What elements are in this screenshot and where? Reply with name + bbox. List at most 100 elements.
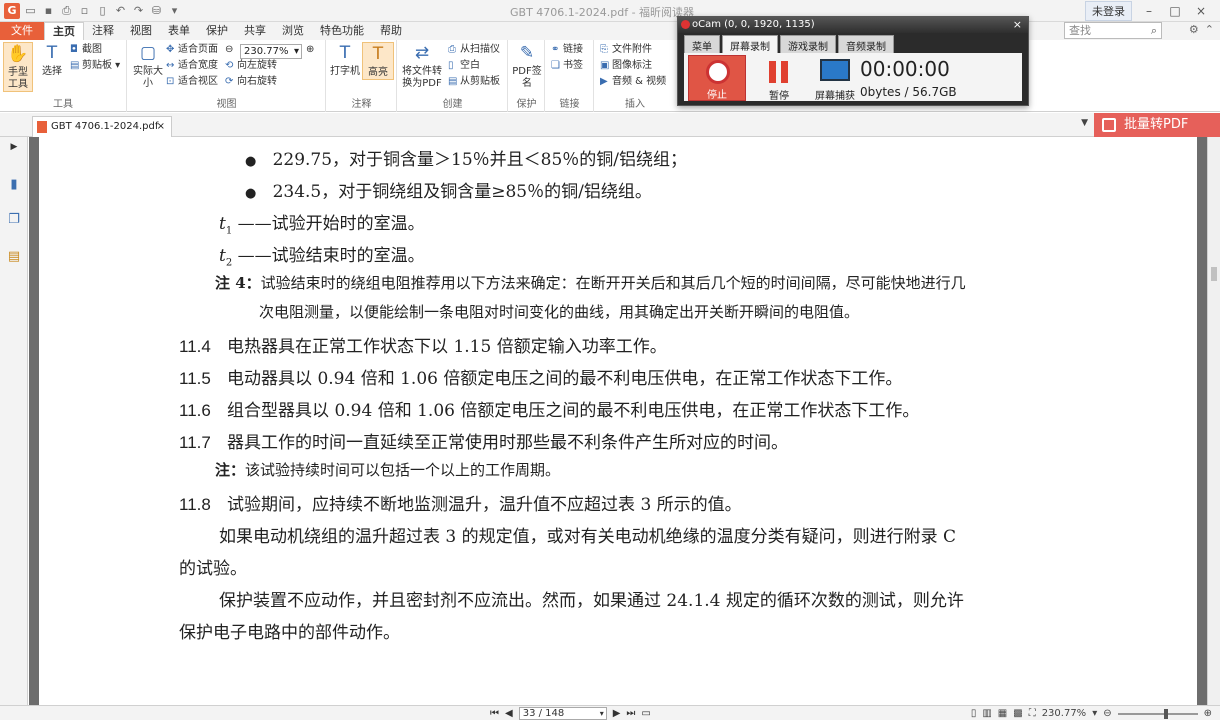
continuous-facing-view-icon[interactable]: ▩ bbox=[1013, 708, 1022, 719]
ocam-pause-button[interactable]: 暂停 bbox=[754, 55, 804, 102]
search-placeholder: 查找 bbox=[1069, 24, 1091, 37]
new-pdf-icon[interactable]: ▫ bbox=[77, 4, 92, 18]
document-tab[interactable]: GBT 4706.1-2024.pdf × bbox=[32, 116, 172, 137]
display-mode-icon[interactable]: ▭ bbox=[641, 708, 650, 719]
customize-dropdown-icon[interactable]: ▾ bbox=[167, 4, 182, 18]
first-page-icon[interactable]: ⏮ bbox=[490, 708, 499, 719]
rotate-right-button[interactable]: ⟳ 向右旋转 bbox=[225, 75, 277, 89]
fullscreen-icon[interactable]: ⛶ bbox=[1029, 708, 1036, 719]
ocam-stop-button[interactable]: 停止 bbox=[688, 55, 746, 101]
bullet-item-1: ● 229.75，对于铜含量＞15％并且＜85％的铜/铝绕组； bbox=[245, 150, 688, 170]
tab-browse[interactable]: 浏览 bbox=[274, 22, 312, 40]
tab-share[interactable]: 共享 bbox=[236, 22, 274, 40]
link-button[interactable]: ⚭ 链接 bbox=[551, 43, 583, 57]
stamp-icon[interactable]: ⛁ bbox=[149, 4, 164, 18]
highlight-button[interactable]: T 高亮 bbox=[362, 42, 394, 80]
tab-list-dropdown-icon[interactable]: ▼ bbox=[1081, 118, 1088, 128]
clause-11-4: 11.4 电热器具在正常工作状态下以 1.15 倍额定输入功率工作。 bbox=[179, 337, 667, 357]
print-icon[interactable]: ⎙ bbox=[59, 4, 74, 18]
login-button[interactable]: 未登录 bbox=[1085, 1, 1132, 21]
bulk-convert-pdf-button[interactable]: 批量转PDF bbox=[1094, 113, 1220, 137]
close-tab-icon[interactable]: × bbox=[157, 117, 165, 137]
pages-thumbnail-icon[interactable]: ❐ bbox=[6, 212, 22, 228]
comments-icon[interactable]: ▤ bbox=[6, 249, 22, 265]
file-attachment-button[interactable]: ⎘ 文件附件 bbox=[600, 43, 652, 57]
rotate-left-icon: ⟲ bbox=[225, 60, 234, 71]
zoom-select[interactable]: 230.77% ▾ bbox=[240, 44, 302, 59]
fit-page-button[interactable]: ✥ 适合页面 bbox=[166, 43, 218, 57]
page-number-input[interactable]: 33 / 148 ▾ bbox=[518, 707, 607, 720]
fit-view-button[interactable]: ⊡ 适合视区 bbox=[166, 75, 218, 89]
ocam-titlebar: oCam (0, 0, 1920, 1135) × bbox=[678, 17, 1028, 33]
screenshot-button[interactable]: ◘ 截图 bbox=[70, 43, 102, 57]
last-page-icon[interactable]: ⏭ bbox=[626, 708, 635, 719]
continuous-view-icon[interactable]: ▥ bbox=[982, 708, 991, 719]
close-icon[interactable]: × bbox=[1192, 4, 1210, 18]
ocam-capture-button[interactable]: 屏幕捕获 bbox=[808, 55, 862, 102]
tab-comment[interactable]: 注释 bbox=[84, 22, 122, 40]
hand-icon: ✋ bbox=[7, 44, 29, 64]
pdf-sign-button[interactable]: ✎ PDF签名 bbox=[511, 42, 543, 90]
rotate-left-button[interactable]: ⟲ 向左旋转 bbox=[225, 59, 277, 73]
previous-page-icon[interactable]: ◀ bbox=[505, 708, 513, 719]
bookmarks-icon[interactable]: ▮ bbox=[6, 177, 22, 193]
zoom-dropdown-icon[interactable]: ▾ bbox=[1092, 708, 1097, 719]
audio-video-button[interactable]: ▶ 音频 & 视频 bbox=[600, 75, 666, 89]
paste-icon: ▤ bbox=[448, 76, 458, 87]
tab-home[interactable]: 主页 bbox=[44, 22, 84, 40]
clipboard-button[interactable]: ▤ 剪贴板 ▾ bbox=[70, 59, 120, 73]
collapse-ribbon-icon[interactable]: ⌃ bbox=[1205, 23, 1214, 36]
search-icon[interactable]: ⌕ bbox=[1151, 23, 1157, 38]
vertical-scrollbar[interactable] bbox=[1207, 137, 1220, 705]
tab-protect[interactable]: 保护 bbox=[198, 22, 236, 40]
ocam-close-icon[interactable]: × bbox=[1013, 17, 1022, 33]
facing-view-icon[interactable]: ▦ bbox=[998, 708, 1007, 719]
convert-to-pdf-button[interactable]: ⇄ 将文件转换为PDF bbox=[400, 42, 444, 90]
highlight-icon: T bbox=[372, 44, 384, 64]
media-icon: ▶ bbox=[600, 76, 608, 87]
hand-tool-button[interactable]: ✋ 手型工具 bbox=[3, 42, 33, 92]
maximize-icon[interactable]: □ bbox=[1166, 4, 1184, 18]
image-annotation-button[interactable]: ▣ 图像标注 bbox=[600, 59, 652, 73]
typewriter-button[interactable]: T 打字机 bbox=[329, 42, 361, 78]
zoom-out-icon[interactable]: ⊖ bbox=[225, 43, 233, 57]
tab-form[interactable]: 表单 bbox=[160, 22, 198, 40]
zoom-out-icon[interactable]: ⊖ bbox=[1103, 708, 1111, 719]
foxit-logo-icon[interactable]: G bbox=[4, 2, 20, 19]
menu-file[interactable]: 文件 bbox=[0, 22, 44, 40]
bookmark-icon: ❏ bbox=[551, 60, 560, 71]
minimize-icon[interactable]: – bbox=[1140, 4, 1158, 18]
document-viewport: ● 229.75，对于铜含量＞15％并且＜85％的铜/铝绕组； ● 234.5，… bbox=[29, 137, 1207, 705]
single-page-view-icon[interactable]: ▯ bbox=[971, 708, 977, 719]
open-icon[interactable]: ▭ bbox=[23, 4, 38, 18]
next-page-icon[interactable]: ▶ bbox=[613, 708, 621, 719]
zoom-slider-knob[interactable] bbox=[1163, 708, 1168, 719]
blank-page-icon[interactable]: ▯ bbox=[95, 4, 110, 18]
bookmark-button[interactable]: ❏ 书签 bbox=[551, 59, 583, 73]
ocam-timer: 00:00:00 bbox=[860, 57, 950, 81]
from-clipboard-button[interactable]: ▤ 从剪贴板 bbox=[448, 75, 500, 89]
tab-view[interactable]: 视图 bbox=[122, 22, 160, 40]
redo-icon[interactable]: ↷ bbox=[131, 4, 146, 18]
from-scanner-button[interactable]: ⎙ 从扫描仪 bbox=[448, 43, 500, 57]
navigation-panel: ▶ ▮ ❐ ▤ bbox=[0, 137, 28, 705]
scrollbar-thumb[interactable] bbox=[1211, 267, 1217, 281]
zoom-in-icon[interactable]: ⊕ bbox=[306, 43, 314, 57]
expand-panel-icon[interactable]: ▶ bbox=[6, 139, 22, 155]
zoom-slider[interactable] bbox=[1117, 708, 1198, 719]
fit-width-button[interactable]: ↔ 适合宽度 bbox=[166, 59, 218, 73]
actual-size-button[interactable]: ▢ 实际大小 bbox=[132, 42, 164, 90]
zoom-in-icon[interactable]: ⊕ bbox=[1204, 708, 1212, 719]
save-icon[interactable]: ▪ bbox=[41, 4, 56, 18]
tab-features[interactable]: 特色功能 bbox=[312, 22, 372, 40]
paragraph-2-line-2: 保护电子电路中的部件动作。 bbox=[179, 623, 400, 643]
tab-help[interactable]: 帮助 bbox=[372, 22, 410, 40]
search-input[interactable]: 查找 ⌕ bbox=[1064, 22, 1162, 39]
group-label-annotation: 注释 bbox=[351, 99, 372, 110]
group-tools: ✋ 手型工具 T 选择 ◘ 截图 ▤ 剪贴板 ▾ 工具 bbox=[0, 40, 127, 112]
undo-icon[interactable]: ↶ bbox=[113, 4, 128, 18]
convert-icon: ⇄ bbox=[414, 43, 430, 63]
blank-button[interactable]: ▯ 空白 bbox=[448, 59, 480, 73]
select-tool-button[interactable]: T 选择 bbox=[36, 42, 68, 78]
settings-icon[interactable]: ⚙ bbox=[1189, 23, 1199, 36]
